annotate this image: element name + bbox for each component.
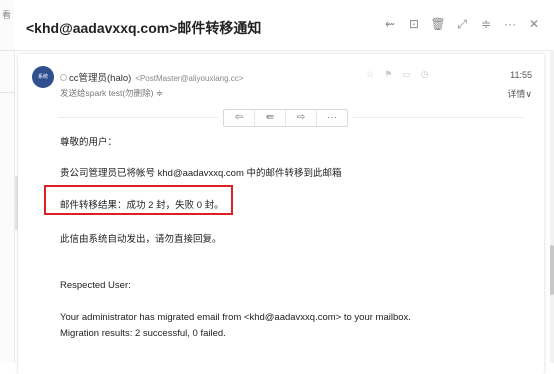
- sender-line: cc管理员(halo) <PostMaster@aliyouxiang.cc>: [60, 70, 243, 84]
- greeting: 尊敬的用户：: [60, 137, 118, 148]
- english-line-2: Migration results: 2 successful, 0 faile…: [60, 328, 226, 339]
- sender-name[interactable]: cc管理员(halo): [69, 73, 131, 84]
- divider: [353, 117, 523, 118]
- quick-action-bar: ⇦ ⇚ ⇨ ···: [223, 109, 348, 127]
- clock-icon[interactable]: ◷: [421, 69, 429, 80]
- highlight-box: [44, 185, 233, 215]
- header-toolbar: ⇜ ⊡ 🗑 ⤢ ≑ ··· ✕: [378, 17, 546, 32]
- meta-icons: ☆ ⚑ ▭ ◷: [366, 69, 429, 80]
- strip-divider: [0, 50, 14, 51]
- tag-icon[interactable]: ▭: [402, 69, 411, 80]
- move-icon[interactable]: ≑: [474, 17, 498, 32]
- avatar: 系统: [32, 66, 54, 88]
- scrollbar[interactable]: [550, 50, 554, 363]
- recipient-line[interactable]: 发送给spark test(勿删除) ≑: [60, 87, 163, 99]
- email-card: 系统 cc管理员(halo) <PostMaster@aliyouxiang.cc…: [18, 54, 544, 374]
- more-icon[interactable]: ···: [498, 17, 522, 32]
- strip-divider: [0, 92, 14, 93]
- auto-note: 此信由系统自动发出，请勿直接回复。: [60, 234, 222, 245]
- details-link[interactable]: 详情∨: [507, 87, 532, 100]
- star-icon[interactable]: ☆: [366, 69, 374, 80]
- email-subject: <khd@aadavxxq.com>邮件转移通知: [26, 20, 262, 36]
- flag-icon[interactable]: ⚑: [384, 69, 392, 80]
- close-icon[interactable]: ✕: [522, 17, 546, 32]
- sender-email[interactable]: <PostMaster@aliyouxiang.cc>: [135, 74, 243, 83]
- mail-header: <khd@aadavxxq.com>邮件转移通知 ⇜ ⊡ 🗑 ⤢ ≑ ··· ✕: [14, 0, 554, 51]
- reply-all-icon[interactable]: ⇚: [255, 110, 286, 126]
- reply-all-icon[interactable]: ⇜: [378, 17, 402, 32]
- expand-icon[interactable]: ⤢: [450, 17, 474, 32]
- folder-label: 看: [2, 10, 12, 20]
- english-greeting: Respected User:: [60, 280, 131, 291]
- body-line-1: 贵公司管理员已将帐号 khd@aadavxxq.com 中的邮件转移到此邮箱: [60, 168, 342, 179]
- status-dot-icon: [60, 74, 67, 81]
- forward-box-icon[interactable]: ⊡: [402, 17, 426, 32]
- more-icon[interactable]: ···: [317, 110, 347, 126]
- forward-icon[interactable]: ⇨: [286, 110, 317, 126]
- left-folder-strip: 看: [0, 0, 15, 363]
- divider: [58, 117, 218, 118]
- english-line-1: Your administrator has migrated email fr…: [60, 312, 411, 323]
- trash-icon[interactable]: 🗑: [426, 17, 450, 32]
- email-time: 11:55: [510, 70, 532, 80]
- reply-icon[interactable]: ⇦: [224, 110, 255, 126]
- scrollbar-thumb[interactable]: [550, 245, 554, 295]
